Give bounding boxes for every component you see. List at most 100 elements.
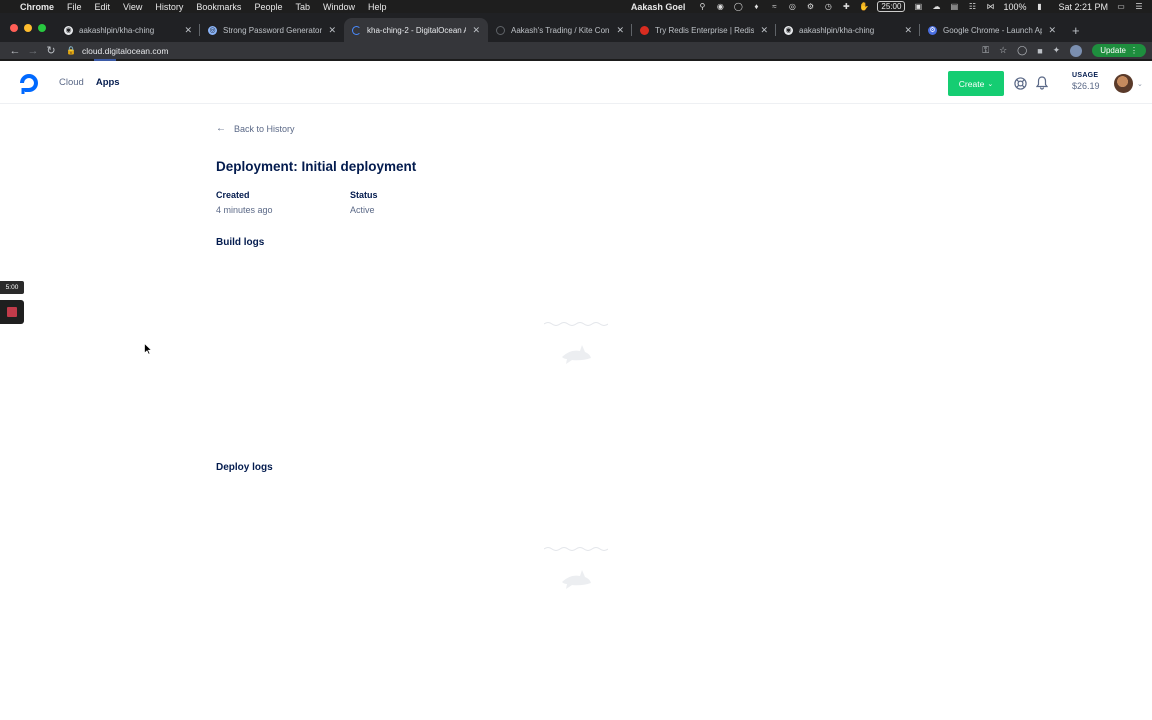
menu-history[interactable]: History <box>155 2 183 12</box>
menubar-clock[interactable]: Sat 2:21 PM <box>1058 2 1108 12</box>
chrome-icon: ⚙ <box>928 25 937 35</box>
new-tab-button[interactable]: + <box>1064 18 1088 42</box>
update-label: Update <box>1100 46 1126 55</box>
address-bar[interactable]: 🔒 cloud.digitalocean.com <box>66 46 982 56</box>
battery-status-icon[interactable]: ☷ <box>967 2 977 11</box>
wifi-icon[interactable]: ≈ <box>769 2 779 11</box>
usage-amount: $26.19 <box>1072 81 1100 91</box>
bell-icon[interactable] <box>1036 76 1048 90</box>
github-icon: ◉ <box>784 25 793 35</box>
created-field: Created 4 minutes ago <box>216 190 273 215</box>
browser-toolbar: ← → ↻ 🔒 cloud.digitalocean.com ⚿ ☆ ◯ ■ ✦… <box>0 42 1152 59</box>
recording-timer[interactable]: 5:00 <box>0 281 24 294</box>
gear-icon[interactable]: ⚙ <box>805 2 815 11</box>
globe-icon: ◎ <box>208 25 217 35</box>
digitalocean-logo-icon[interactable] <box>17 71 41 95</box>
build-logs-loader <box>544 321 608 367</box>
tab-title: kha-ching-2 - DigitalOcean Ap <box>367 25 467 35</box>
stop-recording-button[interactable] <box>0 300 24 324</box>
plus-icon[interactable]: ✚ <box>841 2 851 11</box>
browser-tab[interactable]: ◎ Strong Password Generator | B ✕ <box>200 18 344 42</box>
wave-icon <box>544 322 608 326</box>
back-to-history-link[interactable]: ← Back to History <box>216 123 295 134</box>
bluetooth-icon[interactable]: ⋈ <box>985 2 995 11</box>
menu-people[interactable]: People <box>254 2 282 12</box>
shark-icon <box>562 345 591 364</box>
keyboard-icon[interactable]: ▤ <box>949 2 959 11</box>
close-icon[interactable]: ✕ <box>760 25 768 36</box>
airplay-icon[interactable]: ▭ <box>1116 2 1126 11</box>
close-icon[interactable]: ✕ <box>328 25 336 36</box>
control-center-icon[interactable]: ☰ <box>1134 2 1144 11</box>
back-link-label: Back to History <box>234 123 295 134</box>
create-label: Create <box>958 78 985 89</box>
dropbox-icon[interactable]: ♦ <box>751 2 761 11</box>
page-title: Deployment: Initial deployment <box>216 159 417 174</box>
nav-apps[interactable]: Apps <box>96 77 120 88</box>
menu-bookmarks[interactable]: Bookmarks <box>196 2 241 12</box>
menu-help[interactable]: Help <box>368 2 387 12</box>
browser-tab[interactable]: ⚙ Google Chrome - Launch App ✕ <box>920 18 1064 42</box>
create-button[interactable]: Create ⌄ <box>948 71 1004 96</box>
url-text[interactable]: cloud.digitalocean.com <box>82 46 168 56</box>
close-icon[interactable]: ✕ <box>616 25 624 36</box>
battery-percent[interactable]: 100% <box>1003 2 1026 12</box>
tab-title: aakashlpin/kha-ching <box>79 25 155 35</box>
globe-icon[interactable]: ◎ <box>787 2 797 11</box>
pomodoro-timer[interactable]: 25:00 <box>877 1 906 12</box>
close-icon[interactable]: ✕ <box>472 25 480 36</box>
menu-edit[interactable]: Edit <box>95 2 111 12</box>
star-icon[interactable]: ☆ <box>999 45 1007 56</box>
user-avatar[interactable] <box>1114 74 1133 93</box>
build-logs-heading: Build logs <box>216 237 265 248</box>
nav-cloud[interactable]: Cloud <box>59 77 84 88</box>
browser-tab[interactable]: Try Redis Enterprise | Redis La ✕ <box>632 18 776 42</box>
mouse-cursor-icon <box>144 343 152 355</box>
close-window-button[interactable] <box>10 23 18 32</box>
update-button[interactable]: Update ⋮ <box>1092 44 1146 57</box>
shield-icon[interactable]: ◯ <box>733 2 743 11</box>
menu-file[interactable]: File <box>67 2 82 12</box>
help-lifebuoy-icon[interactable] <box>1014 77 1027 90</box>
menu-app-name[interactable]: Chrome <box>20 2 54 12</box>
menubar-user[interactable]: Aakash Goel <box>631 2 686 12</box>
minimize-window-button[interactable] <box>24 23 32 32</box>
cloud-icon[interactable]: ☁ <box>931 2 941 11</box>
app-header: Cloud Apps Create ⌄ USAGE $26.19 ⌄ <box>0 62 1152 104</box>
menu-tab[interactable]: Tab <box>295 2 310 12</box>
usage-summary[interactable]: USAGE $26.19 <box>1072 72 1100 91</box>
puzzle-icon[interactable]: ✦ <box>1053 45 1061 56</box>
close-icon[interactable]: ✕ <box>904 25 912 36</box>
close-icon[interactable]: ✕ <box>1048 25 1056 36</box>
redis-icon <box>640 25 649 35</box>
lock-icon[interactable]: 🔒 <box>66 46 76 55</box>
vpn-icon[interactable]: ◉ <box>715 2 725 11</box>
deploy-logs-loader <box>544 546 608 592</box>
key-icon[interactable]: ⚿ <box>982 45 989 56</box>
reload-icon[interactable]: ↻ <box>42 44 60 57</box>
chevron-down-icon[interactable]: ⌄ <box>1137 80 1143 88</box>
extension-icon[interactable]: ■ <box>1037 46 1042 56</box>
pocket-icon[interactable]: ◯ <box>1017 45 1027 56</box>
hand-icon[interactable]: ✋ <box>859 2 869 11</box>
menu-window[interactable]: Window <box>323 2 355 12</box>
spotlight-icon[interactable]: ⚲ <box>697 2 707 11</box>
spinner-icon <box>496 25 505 35</box>
browser-tab-active[interactable]: kha-ching-2 - DigitalOcean Ap ✕ <box>344 18 488 42</box>
arrow-left-icon: ← <box>216 123 226 134</box>
browser-tab[interactable]: ◉ aakashlpin/kha-ching ✕ <box>56 18 200 42</box>
forward-arrow-icon[interactable]: → <box>24 45 42 57</box>
status-label: Status <box>350 190 378 200</box>
zoom-window-button[interactable] <box>38 23 46 32</box>
tab-title: aakashlpin/kha-ching <box>799 25 875 35</box>
back-arrow-icon[interactable]: ← <box>6 45 24 57</box>
clock-icon[interactable]: ◷ <box>823 2 833 11</box>
close-icon[interactable]: ✕ <box>184 25 192 36</box>
menu-view[interactable]: View <box>123 2 142 12</box>
browser-tab[interactable]: ◉ aakashlpin/kha-ching ✕ <box>776 18 920 42</box>
status-value: Active <box>350 205 375 215</box>
browser-tab[interactable]: Aakash's Trading / Kite Connec ✕ <box>488 18 632 42</box>
wave-icon <box>544 547 608 551</box>
profile-avatar[interactable] <box>1070 44 1083 57</box>
display-icon[interactable]: ▣ <box>913 2 923 11</box>
